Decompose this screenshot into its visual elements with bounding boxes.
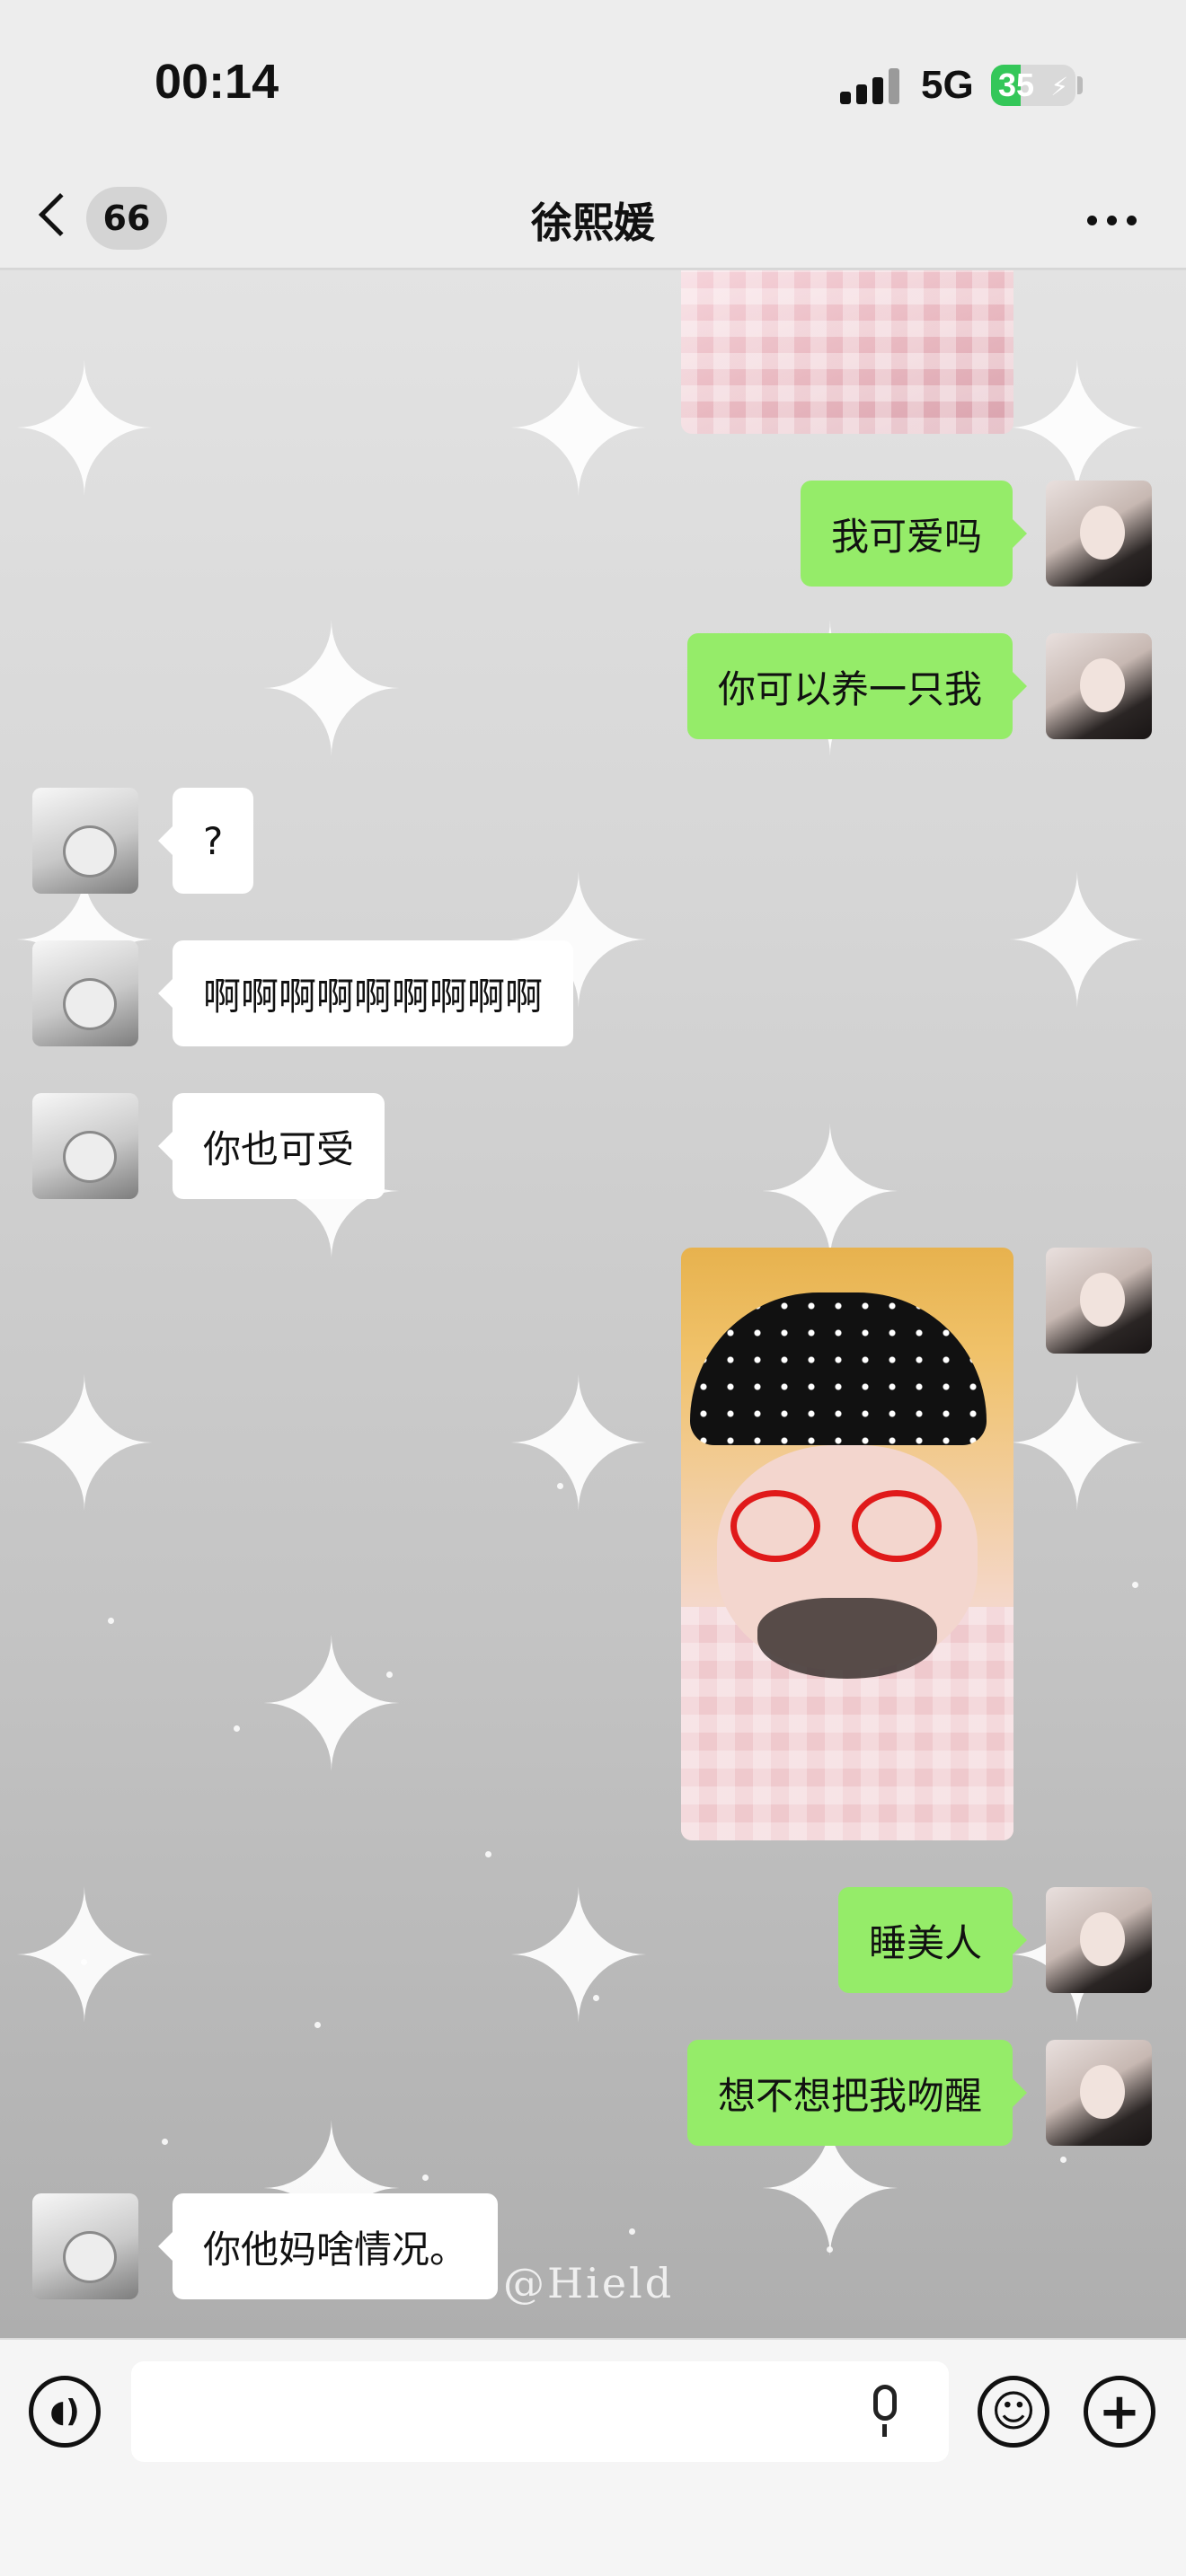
emoji-button[interactable]: ☺ bbox=[978, 2376, 1049, 2448]
contact-avatar[interactable] bbox=[32, 940, 138, 1046]
contact-avatar[interactable] bbox=[32, 2193, 138, 2299]
mic-stand bbox=[882, 2424, 887, 2437]
message-bubble-incoming[interactable]: ? bbox=[157, 788, 254, 894]
message-bubble-outgoing[interactable]: 想不想把我吻醒 bbox=[686, 2040, 1028, 2146]
snow-speck bbox=[1060, 2157, 1067, 2163]
smiley-icon: ☺ bbox=[990, 2386, 1037, 2437]
background-sparkle-icon: ✦ bbox=[1002, 839, 1153, 1048]
message-image[interactable] bbox=[681, 270, 1013, 434]
my-avatar[interactable] bbox=[1046, 2040, 1152, 2146]
more-options-button[interactable] bbox=[1085, 207, 1139, 234]
snow-speck bbox=[557, 1483, 563, 1489]
microphone-icon[interactable] bbox=[872, 2385, 898, 2439]
background-sparkle-icon: ✦ bbox=[256, 587, 407, 797]
message-bubble-incoming[interactable]: 啊啊啊啊啊啊啊啊啊 bbox=[157, 940, 574, 1046]
cellular-signal-icon bbox=[840, 68, 901, 104]
chat-header: 66 徐熙媛 bbox=[0, 171, 1186, 269]
background-sparkle-icon: ✦ bbox=[256, 1602, 407, 1812]
snow-speck bbox=[386, 1672, 393, 1678]
network-type: 5G bbox=[921, 63, 974, 107]
background-sparkle-icon: ✦ bbox=[1002, 1342, 1153, 1551]
photo-glasses bbox=[730, 1490, 820, 1562]
status-bar: 00:14 5G 35 ⚡ bbox=[0, 0, 1186, 171]
snow-speck bbox=[1132, 1582, 1138, 1588]
ellipsis-dot bbox=[1107, 216, 1117, 225]
snow-speck bbox=[234, 1725, 240, 1732]
snow-speck bbox=[314, 2022, 321, 2028]
mic-head bbox=[873, 2385, 897, 2421]
photo-hat bbox=[690, 1292, 987, 1445]
message-bubble-incoming[interactable]: 你也可受 bbox=[157, 1093, 385, 1199]
message-input[interactable] bbox=[131, 2361, 949, 2462]
snow-speck bbox=[162, 2139, 168, 2145]
ellipsis-dot bbox=[1127, 216, 1137, 225]
chat-message-list[interactable]: ✦ ✦ ✦ ✦ ✦ ✦ ✦ ✦ ✦ ✦ ✦ ✦ ✦ ✦ ✦ ✦ ✦ ✦ ✦ 我可… bbox=[0, 270, 1186, 2338]
my-avatar[interactable] bbox=[1046, 1248, 1152, 1354]
snow-speck bbox=[827, 2246, 833, 2253]
battery-percent: 35 bbox=[998, 66, 1035, 103]
photo-beard-sticker bbox=[757, 1598, 937, 1679]
voice-wave-icon: ◖) bbox=[49, 2394, 80, 2430]
status-time: 00:14 bbox=[155, 55, 279, 109]
snow-speck bbox=[422, 2175, 429, 2181]
battery-cap bbox=[1077, 76, 1083, 94]
my-avatar[interactable] bbox=[1046, 1887, 1152, 1993]
ellipsis-icon bbox=[1087, 216, 1097, 225]
more-attachments-button[interactable]: + bbox=[1084, 2376, 1155, 2448]
contact-avatar[interactable] bbox=[32, 788, 138, 894]
background-sparkle-icon: ✦ bbox=[9, 1342, 160, 1551]
input-bar: ◖) ☺ + bbox=[0, 2338, 1186, 2576]
my-avatar[interactable] bbox=[1046, 633, 1152, 739]
background-sparkle-icon: ✦ bbox=[503, 327, 654, 536]
chat-title: 徐熙媛 bbox=[531, 198, 655, 247]
my-avatar[interactable] bbox=[1046, 481, 1152, 587]
snow-speck bbox=[108, 1618, 114, 1624]
message-bubble-outgoing[interactable]: 我可爱吗 bbox=[800, 481, 1028, 587]
photo-glasses bbox=[852, 1490, 942, 1562]
battery-icon: 35 ⚡ bbox=[991, 65, 1075, 106]
snow-speck bbox=[485, 1851, 491, 1857]
charging-bolt-icon: ⚡ bbox=[1050, 72, 1068, 101]
snow-speck bbox=[629, 2228, 635, 2235]
watermark: @Hield bbox=[503, 2259, 675, 2307]
plus-icon: + bbox=[1098, 2382, 1141, 2441]
message-bubble-outgoing[interactable]: 你可以养一只我 bbox=[686, 633, 1028, 739]
snow-speck bbox=[593, 1995, 599, 2001]
voice-input-button[interactable]: ◖) bbox=[29, 2376, 101, 2448]
background-sparkle-icon: ✦ bbox=[503, 1854, 654, 2063]
snow-speck bbox=[81, 1959, 87, 1965]
contact-avatar[interactable] bbox=[32, 1093, 138, 1199]
background-sparkle-icon: ✦ bbox=[503, 1342, 654, 1551]
background-sparkle-icon: ✦ bbox=[9, 327, 160, 536]
message-bubble-incoming[interactable]: 你他妈啥情况。 bbox=[157, 2193, 499, 2299]
message-bubble-outgoing[interactable]: 睡美人 bbox=[837, 1887, 1028, 1993]
message-image[interactable] bbox=[681, 1248, 1013, 1840]
